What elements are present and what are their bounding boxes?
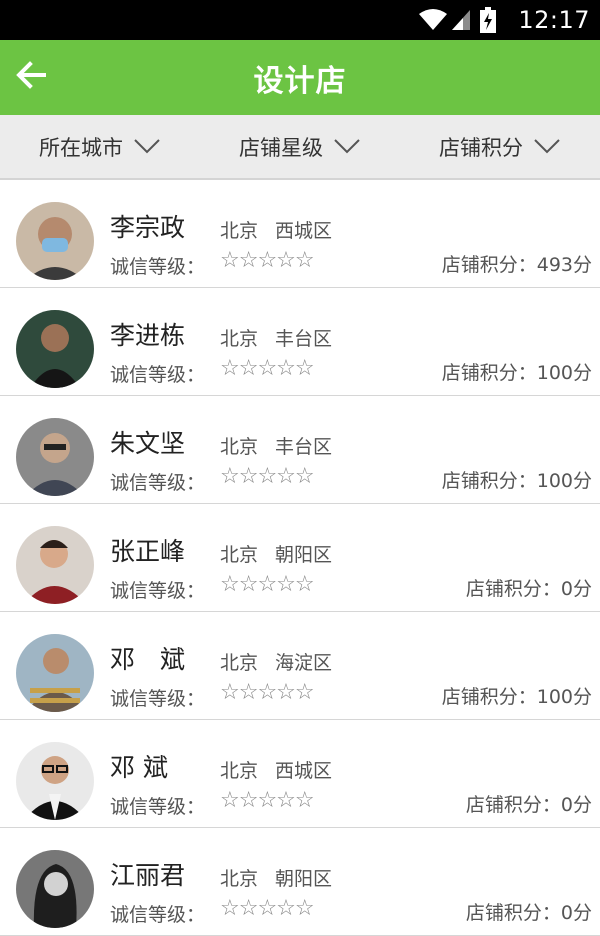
status-time: 12:17	[518, 6, 590, 34]
store-name: 邓 斌	[110, 645, 186, 674]
star-rating: ☆☆☆☆☆	[220, 464, 315, 489]
avatar	[16, 418, 94, 496]
store-city: 北京	[220, 328, 259, 350]
store-city: 北京	[220, 760, 259, 782]
signal-icon	[450, 8, 472, 32]
rating-label: 诚信等级：	[110, 904, 206, 926]
list-item[interactable]: 江丽君 北京 朝阳区 诚信等级： ☆☆☆☆☆ 店铺积分：0分	[0, 828, 600, 936]
status-bar: 12:17	[0, 0, 600, 40]
store-city: 北京	[220, 652, 259, 674]
status-icons	[418, 7, 497, 33]
battery-charging-icon	[480, 7, 497, 33]
filter-score[interactable]: 店铺积分	[400, 115, 600, 178]
store-name: 李宗政	[110, 213, 186, 242]
rating-label: 诚信等级：	[110, 796, 206, 818]
store-district: 西城区	[275, 220, 333, 242]
store-city: 北京	[220, 436, 259, 458]
avatar	[16, 850, 94, 928]
store-name: 邓 斌	[110, 753, 168, 782]
store-district: 丰台区	[275, 328, 333, 350]
store-name: 李进栋	[110, 321, 186, 350]
avatar	[16, 634, 94, 712]
store-city: 北京	[220, 868, 259, 890]
store-district: 朝阳区	[275, 544, 333, 566]
store-district: 海淀区	[275, 652, 333, 674]
rating-label: 诚信等级：	[110, 472, 206, 494]
avatar	[16, 310, 94, 388]
store-list: 李宗政 北京 西城区 诚信等级： ☆☆☆☆☆ 店铺积分：493分 李进栋 北京 …	[0, 180, 600, 936]
store-name: 张正峰	[110, 537, 186, 566]
filter-bar: 所在城市 店铺星级 店铺积分	[0, 115, 600, 180]
star-rating: ☆☆☆☆☆	[220, 680, 315, 705]
list-item[interactable]: 朱文坚 北京 丰台区 诚信等级： ☆☆☆☆☆ 店铺积分：100分	[0, 396, 600, 504]
star-rating: ☆☆☆☆☆	[220, 356, 315, 381]
header-bar: 设计店	[0, 40, 600, 115]
list-item[interactable]: 李宗政 北京 西城区 诚信等级： ☆☆☆☆☆ 店铺积分：493分	[0, 180, 600, 288]
avatar	[16, 526, 94, 604]
star-rating: ☆☆☆☆☆	[220, 248, 315, 273]
star-rating: ☆☆☆☆☆	[220, 572, 315, 597]
store-city: 北京	[220, 220, 259, 242]
star-rating: ☆☆☆☆☆	[220, 788, 315, 813]
star-rating: ☆☆☆☆☆	[220, 896, 315, 921]
list-item[interactable]: 邓 斌 北京 西城区 诚信等级： ☆☆☆☆☆ 店铺积分：0分	[0, 720, 600, 828]
store-name: 江丽君	[110, 861, 186, 890]
filter-label: 店铺星级	[239, 135, 323, 160]
store-score: 店铺积分：100分	[441, 470, 592, 492]
chevron-down-icon	[523, 135, 561, 159]
store-score: 店铺积分：0分	[465, 902, 592, 924]
list-item[interactable]: 李进栋 北京 丰台区 诚信等级： ☆☆☆☆☆ 店铺积分：100分	[0, 288, 600, 396]
filter-city[interactable]: 所在城市	[0, 115, 200, 178]
chevron-down-icon	[123, 135, 161, 159]
filter-label: 店铺积分	[439, 135, 523, 160]
rating-label: 诚信等级：	[110, 364, 206, 386]
store-district: 丰台区	[275, 436, 333, 458]
filter-star-level[interactable]: 店铺星级	[200, 115, 400, 178]
store-name: 朱文坚	[110, 429, 186, 458]
page-title: 设计店	[253, 63, 347, 99]
rating-label: 诚信等级：	[110, 256, 206, 278]
store-score: 店铺积分：100分	[441, 686, 592, 708]
rating-label: 诚信等级：	[110, 688, 206, 710]
store-score: 店铺积分：0分	[465, 794, 592, 816]
store-score: 店铺积分：100分	[441, 362, 592, 384]
store-score: 店铺积分：493分	[441, 254, 592, 276]
avatar	[16, 742, 94, 820]
filter-label: 所在城市	[39, 135, 123, 160]
list-item[interactable]: 张正峰 北京 朝阳区 诚信等级： ☆☆☆☆☆ 店铺积分：0分	[0, 504, 600, 612]
avatar	[16, 202, 94, 280]
rating-label: 诚信等级：	[110, 580, 206, 602]
wifi-icon	[418, 8, 448, 32]
chevron-down-icon	[323, 135, 361, 159]
store-district: 朝阳区	[275, 868, 333, 890]
store-score: 店铺积分：0分	[465, 578, 592, 600]
list-item[interactable]: 邓 斌 北京 海淀区 诚信等级： ☆☆☆☆☆ 店铺积分：100分	[0, 612, 600, 720]
store-city: 北京	[220, 544, 259, 566]
store-district: 西城区	[275, 760, 333, 782]
